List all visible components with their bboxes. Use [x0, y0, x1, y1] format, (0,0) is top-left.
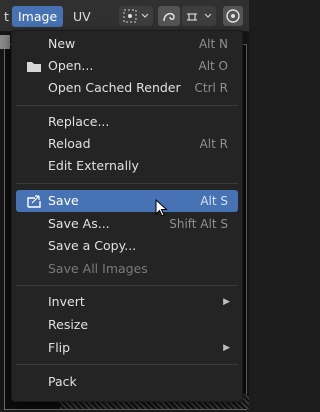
- menu-item-new[interactable]: New Alt N: [16, 33, 238, 55]
- snap-icon: [187, 13, 212, 21]
- menu-item-resize[interactable]: Resize: [16, 314, 238, 336]
- folder-icon: [27, 62, 41, 72]
- pivot-icon: [123, 9, 149, 23]
- pivot-point-dropdown[interactable]: [119, 6, 153, 26]
- menu-item-label: Open Cached Render: [48, 80, 181, 95]
- menu-item-pack[interactable]: Pack: [16, 371, 238, 393]
- image-menu-dropdown: New Alt N Open... Alt O Open Cached Rend…: [11, 30, 243, 402]
- save-icon: [27, 195, 41, 208]
- proportional-edit-icon: [163, 12, 175, 22]
- menu-separator: [16, 105, 238, 106]
- uv-menu-tab[interactable]: UV: [67, 6, 97, 27]
- menu-item-flip[interactable]: Flip ▶: [16, 337, 238, 359]
- menu-item-label: Pack: [48, 374, 77, 389]
- menu-item-shortcut: Shift Alt S: [169, 217, 228, 231]
- menu-item-shortcut: Alt O: [198, 59, 228, 73]
- menu-item-open[interactable]: Open... Alt O: [16, 55, 238, 77]
- menu-item-open-cached-render[interactable]: Open Cached Render Ctrl R: [16, 77, 238, 99]
- menu-item-label: New: [48, 36, 76, 51]
- image-menu-tab[interactable]: Image: [12, 6, 64, 27]
- menu-item-label: Open...: [48, 58, 94, 73]
- menu-item-label: Invert: [48, 294, 85, 309]
- overlay-icon: [226, 9, 240, 23]
- menu-item-label: Flip: [48, 340, 71, 355]
- image-editor-header: t Image UV: [0, 0, 249, 32]
- mouse-cursor-icon: [155, 199, 168, 217]
- menu-item-save-as[interactable]: Save As... Shift Alt S: [16, 213, 238, 235]
- menu-item-shortcut: Alt N: [198, 37, 228, 51]
- menu-item-label: Resize: [48, 317, 89, 332]
- menu-item-save[interactable]: Save Alt S: [16, 190, 238, 212]
- proportional-edit-toggle[interactable]: [158, 6, 180, 26]
- menu-item-shortcut: Alt R: [199, 137, 228, 151]
- left-edge-handle[interactable]: [0, 35, 10, 49]
- menu-item-shortcut: Ctrl R: [194, 81, 228, 95]
- menu-item-replace[interactable]: Replace...: [16, 111, 238, 133]
- menu-separator: [16, 183, 238, 184]
- snap-dropdown[interactable]: [182, 6, 216, 26]
- menu-item-label: Save: [48, 193, 79, 208]
- menu-separator: [16, 364, 238, 365]
- overlay-toggle[interactable]: [223, 6, 243, 26]
- menu-item-reload[interactable]: Reload Alt R: [16, 133, 238, 155]
- menu-item-label: Replace...: [48, 114, 110, 129]
- submenu-arrow-icon: ▶: [223, 343, 230, 353]
- menu-item-label: Save a Copy...: [48, 238, 137, 253]
- menu-item-label: Save All Images: [48, 261, 148, 276]
- menu-item-label: Reload: [48, 136, 91, 151]
- menu-item-shortcut: Alt S: [200, 194, 228, 208]
- menu-item-invert[interactable]: Invert ▶: [16, 291, 238, 313]
- submenu-arrow-icon: ▶: [223, 297, 230, 307]
- menu-item-edit-externally[interactable]: Edit Externally: [16, 155, 238, 177]
- menu-item-label: Save As...: [48, 216, 110, 231]
- menu-separator: [16, 285, 238, 286]
- menu-item-save-all-images: Save All Images: [16, 258, 238, 280]
- menu-item-save-a-copy[interactable]: Save a Copy...: [16, 235, 238, 257]
- menu-item-label: Edit Externally: [48, 158, 139, 173]
